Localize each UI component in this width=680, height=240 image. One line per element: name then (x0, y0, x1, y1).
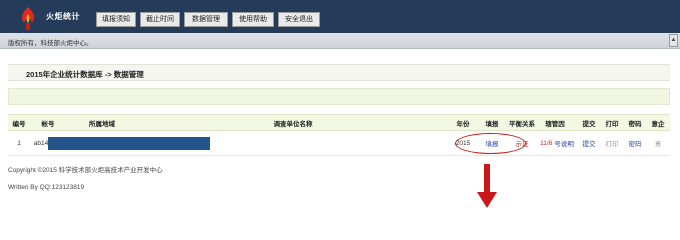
scroll-up-icon[interactable]: ▲ (669, 34, 678, 47)
filter-strip (8, 88, 670, 105)
footer-copyright: Copyright ©2015 科学技术部火炬高技术产业开发中心 (8, 167, 163, 174)
col-password: 密码 (628, 120, 642, 128)
password-link[interactable]: 密码 (625, 131, 645, 155)
jurisdiction-cell: 11/6 号说明 (538, 131, 576, 155)
nav-data-management-button[interactable]: 数据管理 (184, 12, 228, 27)
jurisdiction-explain-link[interactable]: 号说明 (554, 138, 574, 148)
col-year: 年份 (456, 120, 470, 128)
col-region: 所属地域 (89, 120, 115, 128)
footer-written-by: Written By QQ:123123819 (8, 184, 85, 191)
col-print: 打印 (605, 120, 619, 128)
nav-logout-button[interactable]: 安全退出 (278, 12, 320, 27)
print-link[interactable]: 打印 (602, 131, 622, 155)
other-link[interactable]: 意 (648, 131, 668, 155)
highlight-annotation (455, 133, 526, 154)
app-title: 火炬统计 (46, 12, 80, 21)
page-title: 2015年企业统计数据库 -> 数据管理 (26, 70, 144, 79)
table-header: 编号 帐号 所属地域 调查单位名称 年份 填报 平衡关系 辖管因 提交 打印 密… (8, 114, 670, 131)
col-jurisdiction: 辖管因 (545, 120, 565, 128)
nav-help-button[interactable]: 使用帮助 (232, 12, 274, 27)
section-header: 2015年企业统计数据库 -> 数据管理 (8, 64, 670, 81)
col-account: 帐号 (41, 120, 55, 128)
nav-deadline-button[interactable]: 截止时间 (140, 12, 180, 27)
jurisdiction-count: 11/6 (540, 139, 553, 147)
redacted-company-name (48, 137, 210, 150)
row-id: 1 (17, 139, 21, 147)
col-submit: 提交 (582, 120, 596, 128)
col-fill: 填报 (485, 120, 499, 128)
nav-fill-instructions-button[interactable]: 填报须知 (96, 12, 136, 27)
table-row: 1 ab14 2015 填报 示证 11/6 号说明 提交 打印 密码 意 (8, 131, 670, 156)
col-balance: 平衡关系 (509, 120, 535, 128)
col-id: 编号 (12, 120, 26, 128)
top-bar: 火炬统计 填报须知 截止时间 数据管理 使用帮助 安全退出 (0, 0, 680, 33)
info-bar: 版权所有，科技部火炬中心。 ▲ (0, 33, 680, 49)
down-arrow-icon (477, 164, 497, 208)
torch-logo-icon (22, 7, 35, 30)
col-other: 意企 (651, 120, 665, 128)
submit-link[interactable]: 提交 (579, 131, 599, 155)
col-unit-name: 调查单位名称 (273, 120, 313, 128)
copyright-notice: 版权所有，科技部火炬中心。 (8, 40, 93, 47)
